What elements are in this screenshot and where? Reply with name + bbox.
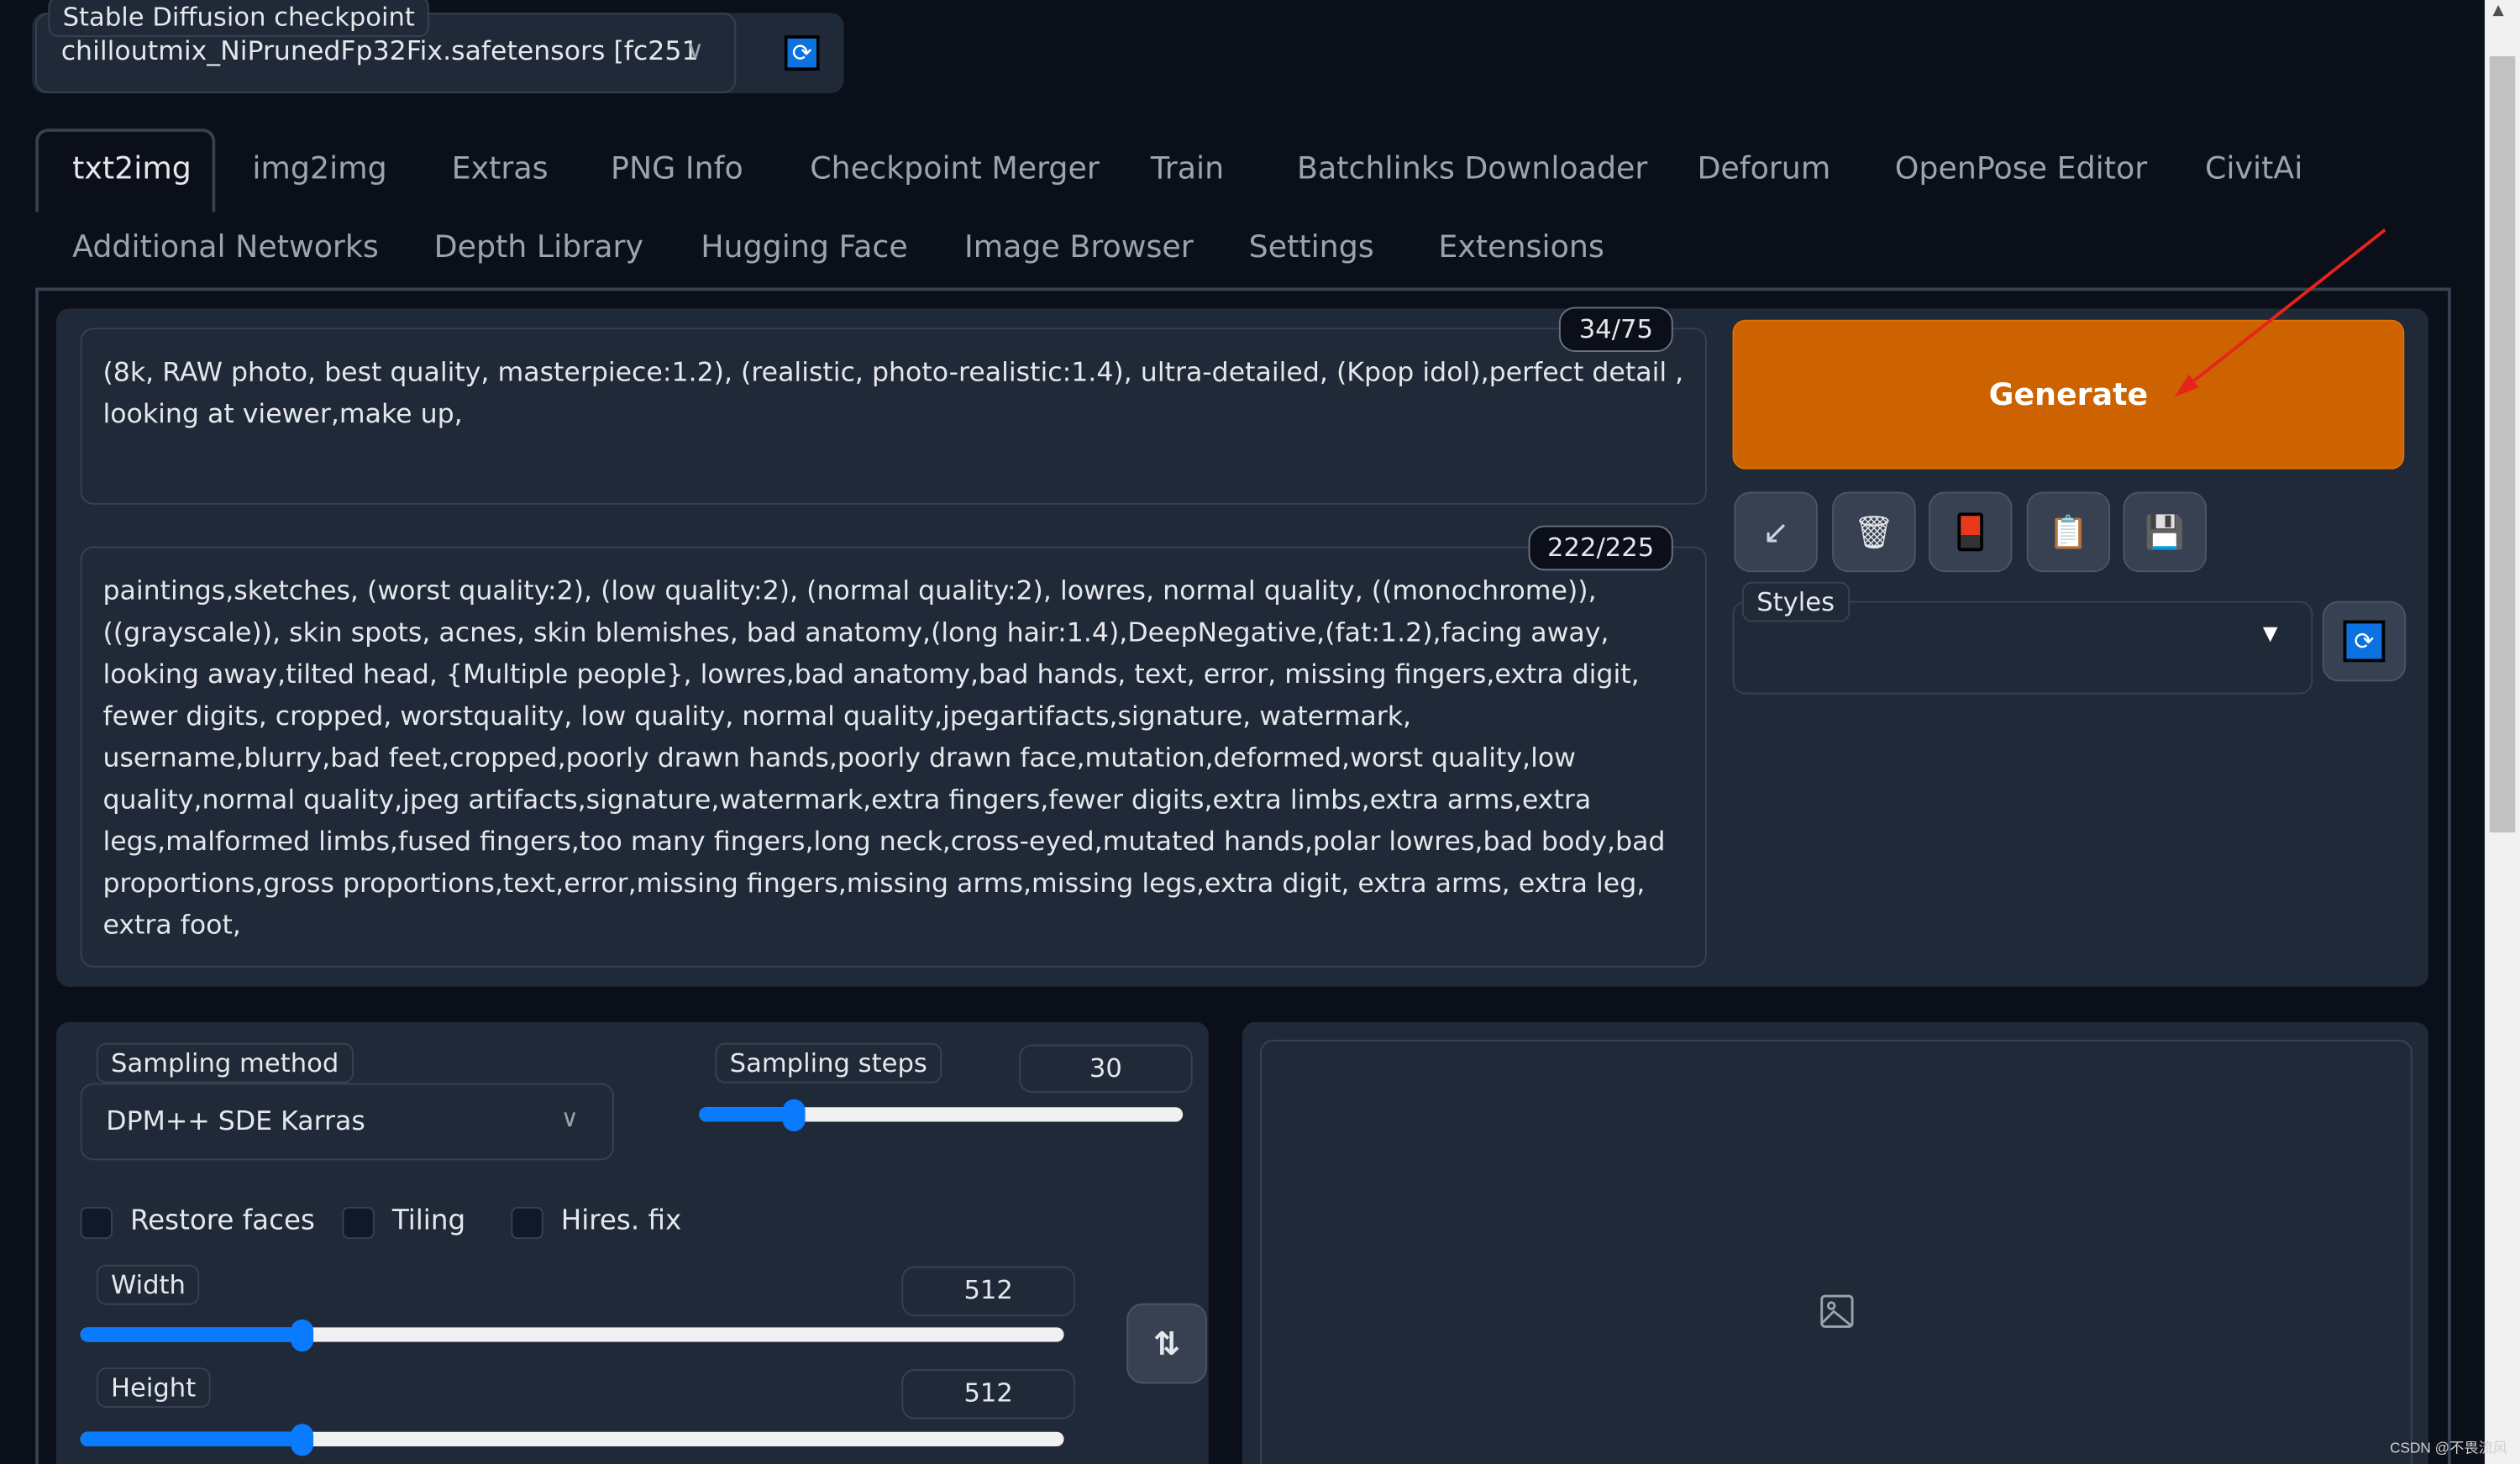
generate-button[interactable]: Generate [1732,319,2405,470]
tab-extensions[interactable]: Extensions [1438,230,1604,265]
floppy-save-icon: 💾 [2145,512,2186,552]
prompt-textarea[interactable]: (8k, RAW photo, best quality, masterpiec… [80,328,1707,505]
trash-icon: 🗑 [1853,512,1895,552]
tab-image-browser[interactable]: Image Browser [964,230,1194,265]
clipboard-icon: 📋 [2048,512,2089,552]
styles-label: Styles [1742,581,1850,622]
styles-refresh-button[interactable]: ⟳ [2322,601,2407,682]
chevron-down-icon: ∨ [685,35,704,65]
tab-batchlinks-downloader[interactable]: Batchlinks Downloader [1297,151,1647,186]
chevron-down-icon: ∨ [560,1104,579,1133]
save-style-button[interactable]: 💾 [2123,491,2207,573]
tab-openpose-editor[interactable]: OpenPose Editor [1895,151,2147,186]
slider-fill [699,1107,794,1122]
hires-fix-label: Hires. fix [560,1204,682,1238]
webui-page: chilloutmix_NiPrunedFp32Fix.safetensors … [0,0,2520,1464]
width-label: Width [96,1264,201,1305]
hires-fix-checkbox[interactable] [511,1206,543,1240]
generate-label: Generate [1988,376,2149,412]
sampling-steps-input[interactable]: 30 [1019,1044,1193,1094]
height-slider[interactable] [80,1424,1064,1456]
checkpoint-label: Stable Diffusion checkpoint [48,0,430,38]
tab-depth-library[interactable]: Depth Library [434,230,643,265]
refresh-icon: ⟳ [791,37,812,67]
tab-txt2img[interactable]: txt2img [72,151,192,186]
scroll-up-icon[interactable]: ▲ [2493,3,2504,19]
card-icon [1957,512,1984,552]
negative-prompt-token-counter: 222/225 [1528,525,1673,571]
width-input[interactable]: 512 [901,1266,1075,1316]
sampling-method-dropdown[interactable]: DPM++ SDE Karras ∨ [80,1083,614,1161]
tab-hugging-face[interactable]: Hugging Face [701,230,908,265]
sampling-steps-slider[interactable] [699,1099,1184,1131]
swap-vertical-icon: ⇅ [1153,1324,1181,1363]
height-input[interactable]: 512 [901,1369,1075,1419]
output-image-area [1260,1039,2412,1464]
slider-thumb[interactable] [291,1424,314,1456]
read-params-button[interactable]: ↙ [1734,491,1818,573]
checkpoint-refresh-button[interactable]: ⟳ [784,35,820,71]
tiling-label: Tiling [391,1204,466,1238]
negative-prompt-textarea[interactable]: paintings,sketches, (worst quality:2), (… [80,546,1707,968]
tiling-checkbox[interactable] [342,1206,375,1240]
arrow-down-left-icon: ↙ [1762,512,1790,552]
refresh-icon: ⟳ [2343,620,2386,663]
tab-settings[interactable]: Settings [1249,230,1374,265]
page-scrollbar[interactable]: ▲ [2484,0,2520,1464]
sampling-steps-label: Sampling steps [715,1042,942,1084]
tab-img2img[interactable]: img2img [252,151,386,186]
width-slider[interactable] [80,1319,1064,1352]
restore-faces-label: Restore faces [129,1204,315,1238]
image-placeholder-icon [1820,1294,1854,1328]
apply-style-button[interactable]: 📋 [2026,491,2111,573]
swap-dimensions-button[interactable]: ⇅ [1126,1303,1207,1384]
tab-train[interactable]: Train [1151,151,1224,186]
tab-checkpoint-merger[interactable]: Checkpoint Merger [810,151,1100,186]
restore-faces-checkbox[interactable] [80,1206,113,1240]
tab-deforum[interactable]: Deforum [1697,151,1830,186]
height-label: Height [96,1367,211,1409]
caret-down-icon: ▼ [2262,622,2278,645]
tab-png-info[interactable]: PNG Info [611,151,743,186]
checkpoint-value: chilloutmix_NiPrunedFp32Fix.safetensors … [60,35,699,66]
tab-civitai[interactable]: CivitAi [2205,151,2302,186]
show-extra-networks-button[interactable] [1928,491,2013,573]
prompt-token-counter: 34/75 [1558,307,1673,353]
clear-prompt-button[interactable]: 🗑 [1832,491,1916,573]
slider-thumb[interactable] [781,1099,805,1131]
sampling-method-label: Sampling method [96,1042,354,1084]
scrollbar-thumb[interactable] [2489,55,2516,833]
slider-fill [80,1431,303,1446]
sampling-method-value: DPM++ SDE Karras [106,1105,365,1136]
tab-additional-networks[interactable]: Additional Networks [72,230,379,265]
slider-fill [80,1327,303,1342]
watermark: CSDN @不畏流风 [2390,1440,2508,1456]
slider-thumb[interactable] [291,1319,314,1352]
tab-extras[interactable]: Extras [452,151,549,186]
